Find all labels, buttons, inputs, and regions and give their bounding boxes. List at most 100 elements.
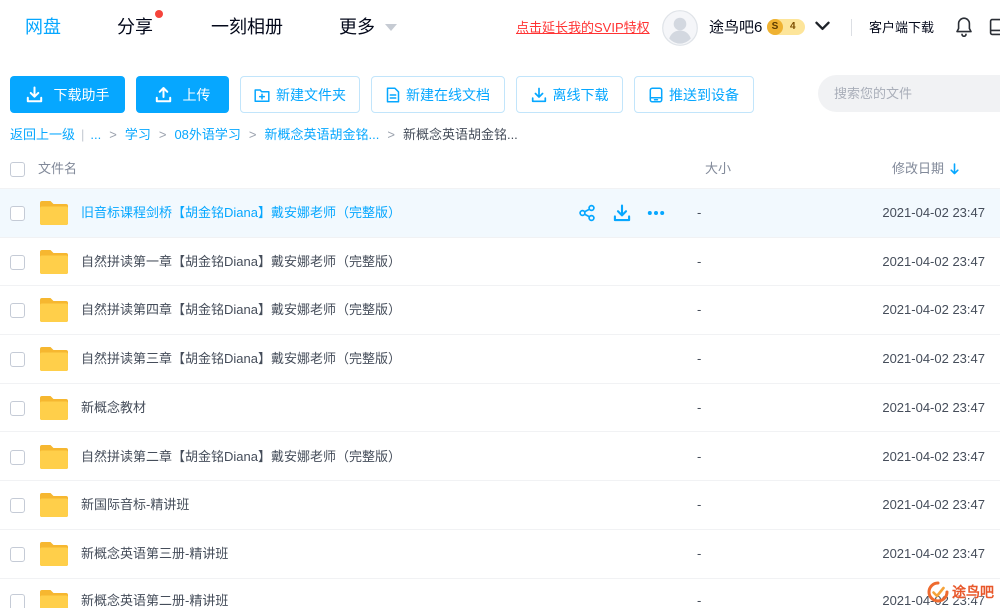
breadcrumb-separator: >	[248, 127, 257, 142]
breadcrumb-separator: >	[158, 127, 167, 142]
select-all-checkbox[interactable]	[10, 162, 25, 177]
file-name[interactable]: 新概念教材	[81, 384, 146, 432]
more-icon[interactable]	[647, 204, 665, 222]
share-icon[interactable]	[578, 204, 596, 222]
breadcrumb-item[interactable]: 新概念英语胡金铭...	[265, 126, 380, 144]
chevron-down-icon[interactable]	[385, 24, 397, 31]
nav-tab-share[interactable]: 分享	[117, 15, 153, 39]
breadcrumb-separator: >	[109, 127, 117, 142]
row-checkbox[interactable]	[10, 352, 25, 368]
file-size: -	[697, 302, 702, 318]
bell-icon[interactable]	[955, 16, 973, 37]
button-label: 新建文件夹	[276, 86, 346, 103]
device-icon	[649, 86, 663, 103]
breadcrumb-back-link[interactable]: 返回上一级	[10, 126, 75, 144]
file-name[interactable]: 自然拼读第一章【胡金铭Diana】戴安娜老师（完整版）	[81, 238, 401, 286]
button-label: 离线下载	[552, 86, 609, 103]
upload-icon	[155, 87, 171, 103]
file-name[interactable]: 新国际音标-精讲班	[81, 481, 189, 529]
file-row[interactable]: 新国际音标-精讲班 - 2021-04-02 23:47	[0, 481, 1000, 530]
file-modified-date: 2021-04-02 23:47	[882, 448, 985, 464]
watermark-logo: 途鸟吧	[926, 578, 998, 606]
file-modified-date: 2021-04-02 23:47	[882, 302, 985, 318]
column-header-modified[interactable]: 修改日期	[892, 150, 944, 188]
download-icon[interactable]	[613, 204, 631, 222]
chevron-down-icon[interactable]	[815, 21, 830, 31]
folder-icon	[40, 542, 68, 566]
window-icon[interactable]	[989, 18, 1000, 36]
button-label: 下载助手	[53, 86, 110, 103]
row-checkbox[interactable]	[10, 546, 25, 562]
file-modified-date: 2021-04-02 23:47	[882, 205, 985, 220]
watermark-icon	[927, 581, 949, 603]
folder-icon	[40, 445, 68, 469]
file-name[interactable]: 自然拼读第二章【胡金铭Diana】戴安娜老师（完整版）	[81, 433, 401, 481]
offline-download-button[interactable]: 离线下载	[516, 76, 623, 113]
folder-icon	[40, 298, 68, 322]
file-size: -	[697, 592, 702, 608]
file-row[interactable]: 自然拼读第三章【胡金铭Diana】戴安娜老师（完整版） - 2021-04-02…	[0, 335, 1000, 384]
folder-icon	[40, 493, 68, 517]
svip-renew-link[interactable]: 点击延长我的SVIP特权	[516, 19, 650, 36]
notification-dot	[155, 10, 163, 18]
nav-tab-album[interactable]: 一刻相册	[211, 15, 283, 39]
download-assistant-button[interactable]: 下载助手	[10, 76, 125, 113]
download-icon	[26, 86, 42, 103]
nav-tab-netdisk[interactable]: 网盘	[25, 15, 61, 39]
file-row[interactable]: 自然拼读第四章【胡金铭Diana】戴安娜老师（完整版） - 2021-04-02…	[0, 286, 1000, 336]
file-row[interactable]: 自然拼读第一章【胡金铭Diana】戴安娜老师（完整版） - 2021-04-02…	[0, 238, 1000, 287]
push-to-device-button[interactable]: 推送到设备	[634, 76, 754, 113]
file-row[interactable]: 新概念英语第三册-精讲班 - 2021-04-02 23:47	[0, 530, 1000, 579]
vip-level: 4	[790, 21, 796, 32]
file-modified-date: 2021-04-02 23:47	[882, 545, 985, 561]
button-label: 新建在线文档	[406, 86, 490, 103]
file-row[interactable]: 新概念英语第二册-精讲班 - 2021-04-02 23:47	[0, 579, 1000, 608]
new-online-doc-button[interactable]: 新建在线文档	[371, 76, 505, 113]
nav-tab-more[interactable]: 更多	[339, 15, 375, 39]
row-checkbox[interactable]	[10, 206, 25, 221]
column-header-size[interactable]: 大小	[705, 150, 731, 188]
file-size: -	[697, 351, 702, 367]
file-row[interactable]: 旧音标课程剑桥【胡金铭Diana】戴安娜老师（完整版） - 2021-04-02…	[0, 189, 1000, 238]
file-row[interactable]: 自然拼读第二章【胡金铭Diana】戴安娜老师（完整版） - 2021-04-02…	[0, 433, 1000, 482]
file-name[interactable]: 新概念英语第二册-精讲班	[81, 593, 228, 608]
upload-button[interactable]: 上传	[136, 76, 229, 113]
button-label: 推送到设备	[669, 86, 739, 103]
row-checkbox[interactable]	[10, 254, 25, 270]
breadcrumb-item[interactable]: 08外语学习	[174, 126, 240, 144]
file-modified-date: 2021-04-02 23:47	[882, 253, 985, 269]
file-list-header: 文件名 大小 修改日期	[0, 150, 1000, 189]
folder-icon	[40, 201, 68, 225]
new-folder-button[interactable]: 新建文件夹	[240, 76, 360, 113]
breadcrumb-item-ellipsis[interactable]: ...	[90, 126, 101, 144]
breadcrumb-item[interactable]: 学习	[125, 126, 151, 144]
breadcrumb: 返回上一级 | ... > 学习 > 08外语学习 > 新概念英语胡金铭... …	[10, 126, 518, 144]
file-size: -	[697, 253, 702, 269]
column-header-name[interactable]: 文件名	[38, 150, 77, 188]
client-download-link[interactable]: 客户端下载	[869, 19, 934, 36]
file-name[interactable]: 自然拼读第四章【胡金铭Diana】戴安娜老师（完整版）	[81, 286, 401, 334]
avatar[interactable]	[662, 10, 698, 46]
vip-level-badge[interactable]: S 4	[767, 19, 805, 35]
folder-icon	[40, 590, 68, 608]
row-checkbox[interactable]	[10, 593, 25, 608]
document-icon	[386, 86, 400, 103]
folder-icon	[40, 396, 68, 420]
sort-down-icon[interactable]	[950, 163, 959, 175]
username[interactable]: 途鸟吧6	[709, 18, 762, 37]
row-checkbox[interactable]	[10, 303, 25, 319]
watermark-text: 途鸟吧	[952, 584, 994, 600]
row-checkbox[interactable]	[10, 400, 25, 416]
nav-divider	[851, 19, 852, 36]
row-checkbox[interactable]	[10, 449, 25, 465]
file-name[interactable]: 自然拼读第三章【胡金铭Diana】戴安娜老师（完整版）	[81, 335, 401, 383]
search-input[interactable]	[818, 75, 1000, 112]
download-icon	[531, 87, 546, 102]
row-checkbox[interactable]	[10, 498, 25, 514]
file-name[interactable]: 旧音标课程剑桥【胡金铭Diana】戴安娜老师（完整版）	[81, 189, 401, 237]
file-name[interactable]: 新概念英语第三册-精讲班	[81, 530, 228, 578]
file-modified-date: 2021-04-02 23:47	[882, 399, 985, 415]
file-row[interactable]: 新概念教材 - 2021-04-02 23:47	[0, 384, 1000, 433]
file-size: -	[697, 205, 702, 220]
file-size: -	[697, 399, 702, 415]
